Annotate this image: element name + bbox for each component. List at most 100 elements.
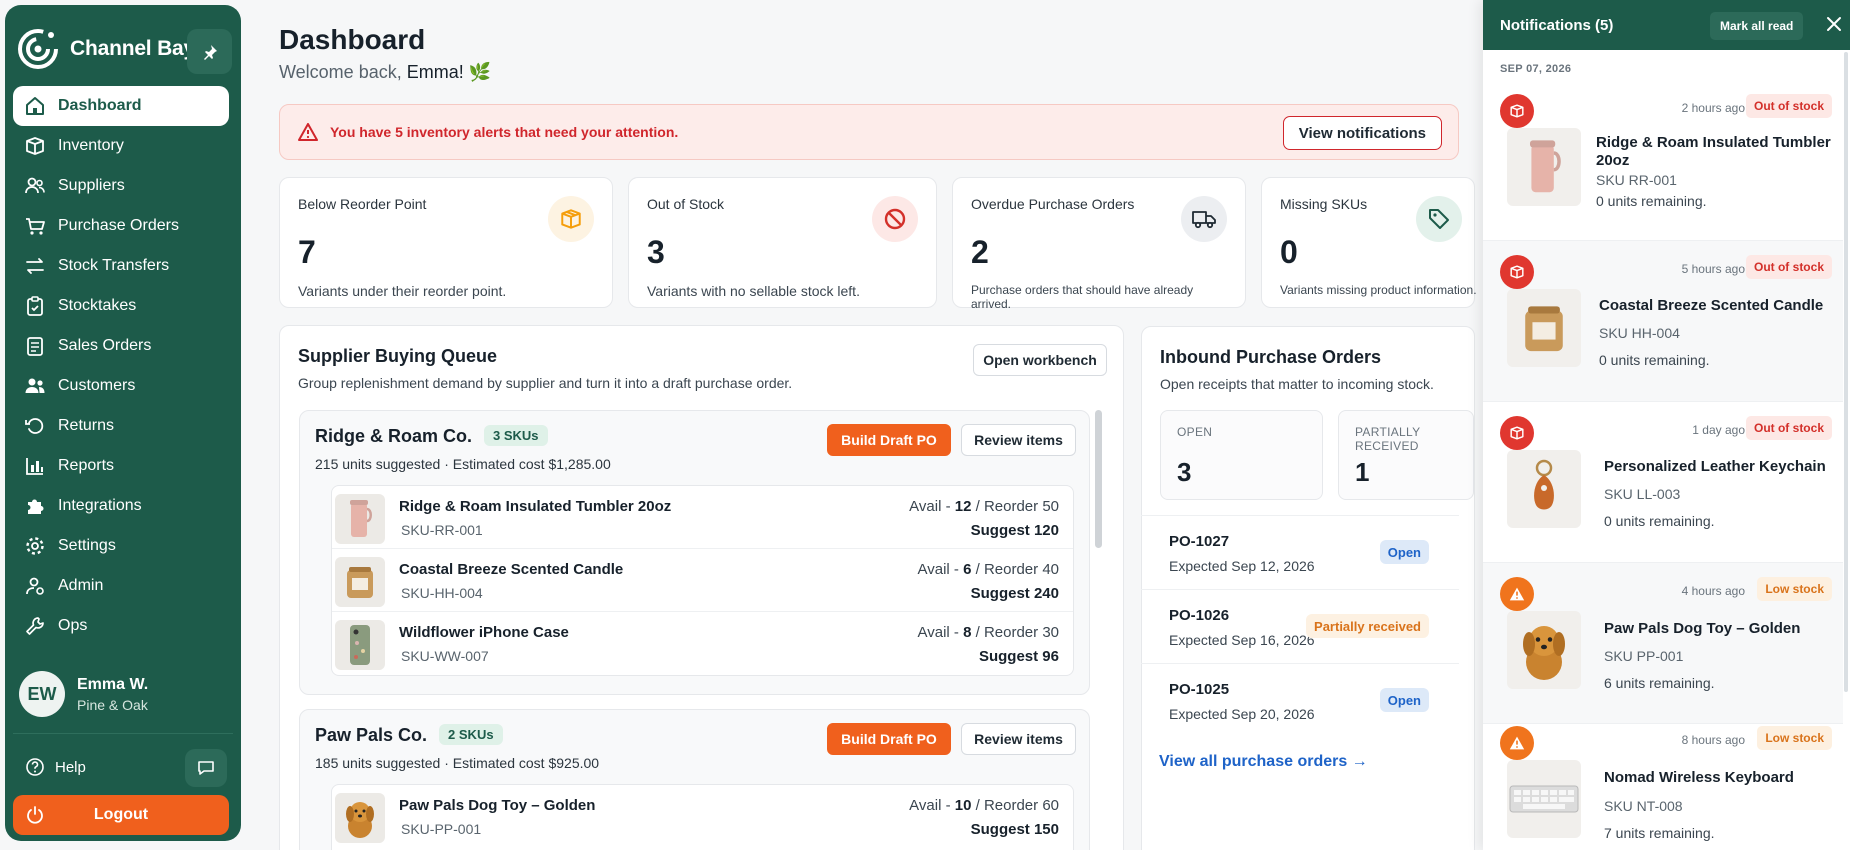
list-item[interactable]: Coastal Breeze Scented Candle SKU-HH-004… [332, 549, 1073, 612]
sidebar-item-dashboard[interactable]: Dashboard [13, 86, 229, 126]
notifications-panel: Notifications (5) Mark all read SEP 07, … [1483, 0, 1850, 850]
user-profile[interactable]: EW Emma W. Pine & Oak [19, 671, 148, 717]
purchase-order-row[interactable]: PO-1026 Expected Sep 16, 2026 Partially … [1141, 589, 1459, 663]
sidebar-item-reports[interactable]: Reports [13, 446, 229, 486]
sidebar-item-label: Integrations [58, 497, 142, 514]
tumbler-thumbnail [1507, 128, 1581, 206]
sidebar-item-returns[interactable]: Returns [13, 406, 229, 446]
item-suggest: Suggest 150 [970, 821, 1059, 838]
notification-time: 1 day ago [1692, 423, 1745, 437]
sidebar-item-label: Purchase Orders [58, 217, 179, 234]
sidebar-item-stock-transfers[interactable]: Stock Transfers [13, 246, 229, 286]
sidebar-item-integrations[interactable]: Integrations [13, 486, 229, 526]
item-name: Wildflower iPhone Case [399, 624, 569, 641]
kpi-below-reorder[interactable]: Below Reorder Point 7 Variants under the… [279, 177, 613, 308]
notification-product-name: Nomad Wireless Keyboard [1604, 769, 1794, 786]
page-title: Dashboard [279, 24, 426, 55]
notification-product-name: Coastal Breeze Scented Candle [1599, 297, 1824, 314]
notification-units: 0 units remaining. [1599, 352, 1710, 368]
reorder-label: / Reorder [975, 797, 1039, 814]
po-id: PO-1027 [1169, 533, 1230, 550]
item-sku: SKU-HH-004 [401, 585, 483, 601]
notification-sku: SKU RR-001 [1596, 172, 1677, 188]
avatar: EW [19, 671, 65, 717]
list-item[interactable]: Ridge & Roam Insulated Tumbler 20oz SKU-… [332, 486, 1073, 549]
notification-item[interactable]: 4 hours ago Low stock Paw Pals Dog Toy –… [1483, 563, 1843, 724]
kpi-overdue-pos[interactable]: Overdue Purchase Orders 2 Purchase order… [952, 177, 1246, 311]
mark-all-read-button[interactable]: Mark all read [1710, 12, 1804, 40]
sidebar-item-stocktakes[interactable]: Stocktakes [13, 286, 229, 326]
status-badge: Low stock [1757, 726, 1832, 750]
sku-count-pill: 2 SKUs [439, 724, 503, 745]
purchase-order-row[interactable]: PO-1027 Expected Sep 12, 2026 Open [1141, 515, 1459, 589]
sidebar-item-suppliers[interactable]: Suppliers [13, 166, 229, 206]
supplier-name: Ridge & Roam Co. 3 SKUs [315, 425, 548, 447]
people-icon [24, 375, 46, 397]
notifications-scrollbar[interactable] [1844, 52, 1848, 692]
pin-button[interactable] [187, 29, 232, 74]
clipboard-icon [24, 295, 46, 317]
puzzle-icon [24, 495, 46, 517]
notification-sku: SKU HH-004 [1599, 325, 1680, 341]
sidebar-item-inventory[interactable]: Inventory [13, 126, 229, 166]
sidebar-item-sales-orders[interactable]: Sales Orders [13, 326, 229, 366]
view-all-purchase-orders-link[interactable]: View all purchase orders → [1159, 753, 1368, 771]
close-icon[interactable] [1826, 16, 1842, 32]
cart-icon [24, 215, 46, 237]
logo-icon [16, 27, 60, 71]
logout-button[interactable]: Logout [13, 795, 229, 835]
welcome-name: Emma! [406, 62, 464, 82]
transfer-icon [24, 255, 46, 277]
notification-item[interactable]: 1 day ago Out of stock Personalized Leat… [1483, 402, 1843, 563]
queue-scrollbar[interactable] [1095, 410, 1102, 548]
help-link[interactable]: Help [25, 757, 86, 777]
sidebar-item-settings[interactable]: Settings [13, 526, 229, 566]
sidebar-divider [13, 733, 233, 734]
alert-text: You have 5 inventory alerts that need yo… [330, 124, 679, 140]
list-item[interactable]: Wildflower iPhone Case SKU-WW-007 Avail … [332, 612, 1073, 675]
candle-thumbnail [335, 557, 385, 607]
po-id: PO-1026 [1169, 607, 1230, 624]
view-notifications-button[interactable]: View notifications [1282, 116, 1442, 150]
sidebar-item-purchase-orders[interactable]: Purchase Orders [13, 206, 229, 246]
sidebar-item-label: Admin [58, 577, 104, 594]
purchase-order-row[interactable]: PO-1025 Expected Sep 20, 2026 Open [1141, 663, 1459, 737]
kpi-missing-skus[interactable]: Missing SKUs 0 Variants missing product … [1261, 177, 1477, 308]
kpi-out-of-stock[interactable]: Out of Stock 3 Variants with no sellable… [628, 177, 937, 308]
warning-icon [1500, 726, 1534, 760]
stat-value: 1 [1355, 457, 1370, 487]
status-badge: Open [1379, 688, 1429, 712]
ban-icon [872, 196, 918, 242]
notification-item[interactable]: 2 hours ago Out of stock Ridge & Roam In… [1483, 80, 1843, 241]
sidebar-item-customers[interactable]: Customers [13, 366, 229, 406]
notification-item[interactable]: 8 hours ago Low stock Nomad Wireless Key… [1483, 712, 1843, 850]
avail-label: Avail - [909, 797, 951, 814]
out-of-stock-icon [1500, 255, 1534, 289]
sidebar-item-label: Ops [58, 617, 88, 634]
pin-icon [202, 44, 218, 60]
build-draft-po-button[interactable]: Build Draft PO [827, 424, 951, 456]
help-icon [25, 757, 45, 777]
kpi-value: 7 [298, 234, 316, 270]
supplier-meta: 215 units suggested · Estimated cost $1,… [315, 456, 611, 472]
brand[interactable]: Channel Bay [16, 27, 195, 71]
review-items-button[interactable]: Review items [961, 424, 1076, 456]
notification-units: 0 units remaining. [1596, 193, 1707, 209]
sidebar-item-label: Customers [58, 377, 136, 394]
review-items-button[interactable]: Review items [961, 723, 1076, 755]
chat-button[interactable] [185, 749, 227, 787]
reorder-label: / Reorder [975, 561, 1039, 578]
sidebar-item-ops[interactable]: Ops [13, 606, 229, 646]
status-badge: Out of stock [1745, 94, 1832, 118]
keychain-thumbnail [1507, 450, 1581, 528]
notification-item[interactable]: 5 hours ago Out of stock Coastal Breeze … [1483, 241, 1843, 402]
item-sku: SKU-WW-007 [401, 648, 489, 664]
list-item[interactable]: Paw Pals Dog Toy – Golden SKU-PP-001 Ava… [332, 785, 1073, 848]
supplier-items: Ridge & Roam Insulated Tumbler 20oz SKU-… [331, 485, 1074, 676]
build-draft-po-button[interactable]: Build Draft PO [827, 723, 951, 755]
users-icon [24, 175, 46, 197]
open-workbench-button[interactable]: Open workbench [973, 344, 1107, 376]
sidebar-item-admin[interactable]: Admin [13, 566, 229, 606]
inbound-title: Inbound Purchase Orders [1160, 347, 1382, 367]
inbound-subtitle: Open receipts that matter to incoming st… [1160, 376, 1434, 392]
